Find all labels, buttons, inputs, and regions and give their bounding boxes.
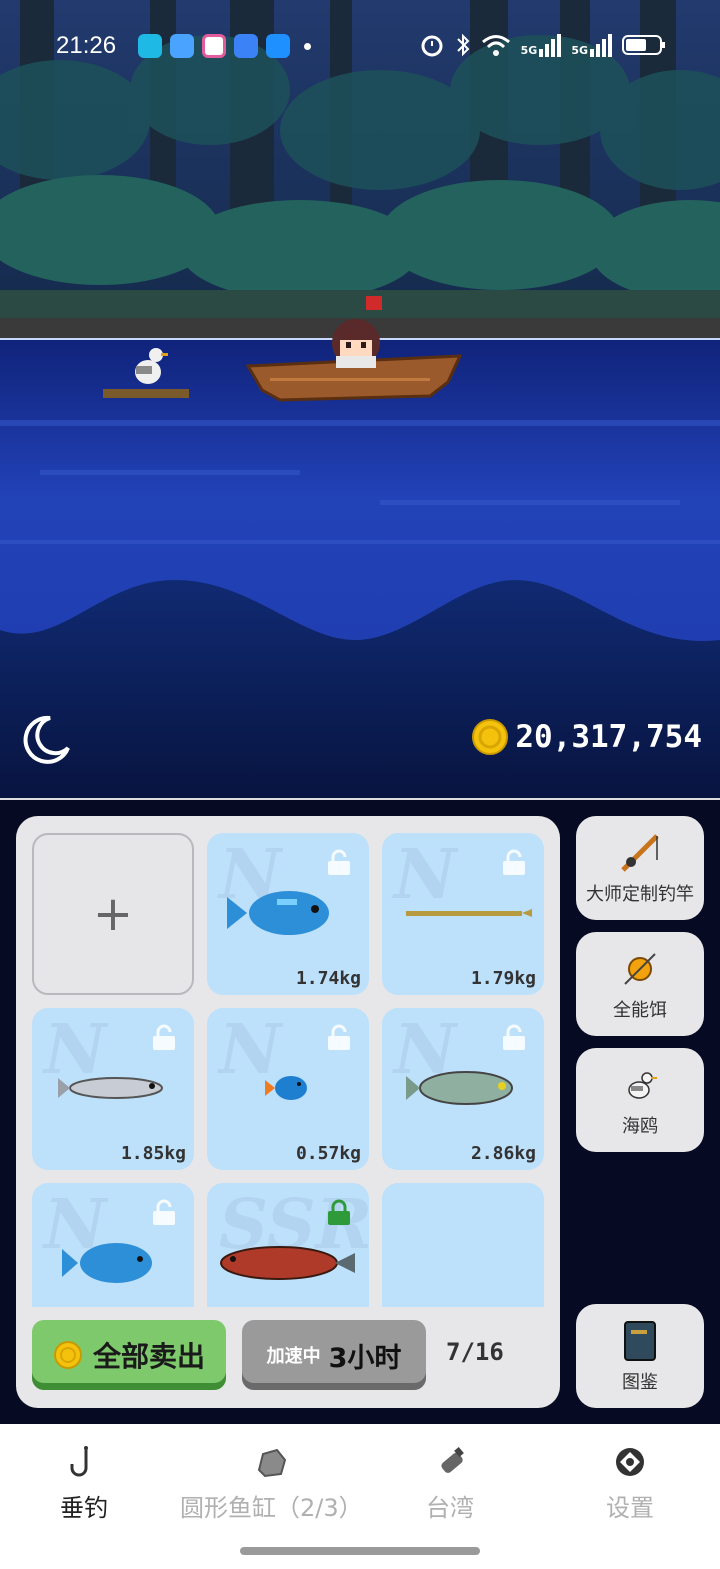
nav-label: 台湾 [426,1494,474,1522]
blue-reef-fish-icon [62,1243,152,1283]
coin-icon [53,1341,82,1369]
rock-icon [258,1448,287,1478]
alarm-icon [421,35,443,57]
fish-weight: 1.74kg [295,968,361,989]
wifi-icon [481,35,510,56]
nav-label: 垂钓 [60,1494,108,1522]
mackerel-icon [406,1071,513,1105]
book-icon [624,1321,656,1361]
bait-label: 全能饵 [613,1000,667,1021]
status-time: 21:26 [56,32,117,59]
fish-slot[interactable]: N 1.74kg [207,833,369,995]
coin-balance: 20,317,754 [471,718,702,756]
seagull-button[interactable]: 海鸥 [576,1048,704,1152]
red-arowana-icon [220,1246,355,1280]
speed-status: 加速中 [266,1346,321,1367]
fish-weight: 1.79kg [470,968,536,989]
seagull-icon [628,1072,657,1099]
signal-icon-1: 5G [520,33,562,57]
home-indicator[interactable] [240,1547,480,1555]
encyclopedia-button[interactable]: 图鉴 [576,1304,704,1408]
more-notifications-icon [304,42,311,50]
nav-item-fish-tank[interactable]: 圆形鱼缸（2/3） [180,1444,363,1523]
nav-item-fishing[interactable]: 垂钓 [60,1444,108,1523]
settings-icon [616,1448,644,1476]
weather-app-icon [170,34,194,58]
nav-item-settings[interactable]: 设置 [606,1444,654,1523]
coin-amount: 20,317,754 [515,719,702,755]
master-rod-label: 大师定制钓竿 [586,884,694,905]
empty-fish-slot[interactable] [382,1183,544,1307]
fish-slot[interactable]: N 2.86kg [382,1008,544,1170]
notification-icons [138,34,311,58]
network-type-1: 5G [520,43,538,57]
fishing-rod-icon [621,834,659,872]
fish-weight: 0.57kg [295,1143,361,1164]
speed-up-button[interactable]: 加速中 3小时 [242,1320,426,1390]
nav-label: 设置 [606,1494,654,1522]
system-status: 5G 5G [419,32,666,58]
fishing-game-screen: 21:26 5G 5G 20,317,754 + N 1.74kg N 1.79… [0,0,720,1569]
add-slot-button[interactable]: + [32,833,194,995]
fish-slot[interactable]: N 1.79kg [382,833,544,995]
bluetooth-icon [456,33,470,57]
bait-button[interactable]: 全能饵 [576,932,704,1036]
speed-duration: 3小时 [328,1342,402,1374]
fish-slot[interactable]: N [32,1183,194,1307]
sell-all-label: 全部卖出 [92,1340,205,1373]
blue-reef-fish-icon [227,891,329,935]
sell-all-button[interactable]: 全部卖出 [32,1320,226,1390]
fish-grid: + N 1.74kg N 1.79kg N 1.85kg N 0.57kg N … [32,833,544,1307]
scene-background [0,0,720,798]
music-app-icon [138,34,162,58]
needlefish-icon [406,909,532,917]
small-blue-fish-icon [265,1076,307,1100]
fishing-scene[interactable]: 21:26 5G 5G 20,317,754 [0,0,720,798]
network-type-2: 5G [571,43,588,57]
fish-inventory-panel: + N 1.74kg N 1.79kg N 1.85kg N 0.57kg N … [16,816,560,1408]
battery-icon [622,35,665,55]
status-bar: 21:26 5G 5G [0,0,720,92]
coin-icon [472,719,509,755]
master-rod-button[interactable]: 大师定制钓竿 [576,816,704,920]
fish-weight: 1.85kg [120,1143,186,1164]
signal-icon-2: 5G [571,33,612,57]
fish-weight: 2.86kg [470,1143,536,1164]
encyclopedia-label: 图鉴 [622,1372,658,1393]
nav-label: 圆形鱼缸（2/3） [180,1494,363,1522]
photos-app-icon [202,34,226,58]
bottle-icon [441,1447,464,1473]
fish-slot[interactable]: N 0.57kg [207,1008,369,1170]
inventory-count: 7/16 [446,1338,504,1366]
nav-item-taiwan[interactable]: 台湾 [426,1444,474,1523]
silver-fish-icon [58,1077,163,1099]
arrow-app-icon [266,34,290,58]
bait-icon [624,953,656,985]
seagull-label: 海鸥 [622,1116,658,1137]
fish-slot[interactable]: N 1.85kg [32,1008,194,1170]
inventory-area: + N 1.74kg N 1.79kg N 1.85kg N 0.57kg N … [0,798,720,1424]
moon-icon[interactable] [20,714,72,766]
plus-icon: + [92,886,134,942]
fish-slot[interactable]: SSR [207,1183,369,1307]
link-app-icon [234,34,258,58]
fishing-hook-icon [70,1446,88,1477]
